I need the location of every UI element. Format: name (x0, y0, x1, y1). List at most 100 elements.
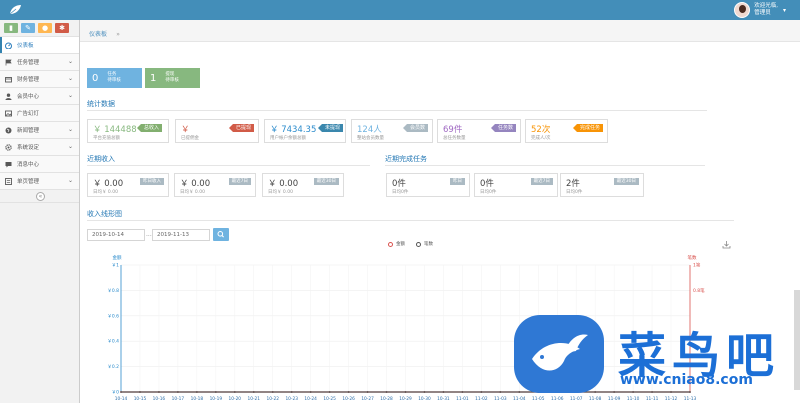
income-card: ￥ 0.00 日均￥ 0.00 最近7日 (174, 173, 256, 197)
income-caption: 日均￥ 0.00 (180, 190, 205, 195)
data-point (442, 391, 445, 393)
task-pending-box[interactable]: 0 任务 待审核 (87, 68, 142, 88)
tasks-done-value: 0件 (480, 179, 494, 189)
legend-item-amount[interactable]: 金额 (386, 241, 405, 247)
end-date-input[interactable]: 2019-11-13 (152, 229, 210, 241)
leaf-logo-icon[interactable] (8, 4, 22, 16)
data-point (233, 391, 236, 393)
settings-shortcut-icon[interactable]: ✱ (55, 23, 69, 33)
stat-card: ￥ 7434.35 用户帐户余额总额 未提现 (264, 119, 346, 143)
sidebar-item-label: 系统设定 (17, 145, 40, 151)
chart-shortcut-icon[interactable]: ▮ (4, 23, 18, 33)
sidebar-item-2[interactable]: 任务管理 ⌄ (0, 53, 79, 70)
sidebar-item-9[interactable]: 单页管理 ⌄ (0, 172, 79, 189)
right-tick-label: 0.8笔 (693, 287, 705, 294)
stat-value: 69件 (443, 125, 463, 135)
tasks-done-card: 0件 日均0件 昨日 (386, 173, 470, 197)
sidebar-item-5[interactable]: 广告幻灯 (0, 104, 79, 121)
data-point (423, 391, 426, 393)
stat-card: ￥ 已提佣金 已提现 (175, 119, 259, 143)
stat-value: 52次 (531, 125, 551, 135)
x-tick-label: 10-20 (229, 396, 242, 402)
data-point (120, 391, 122, 393)
income-badge: 最近7日 (228, 178, 251, 185)
data-point (347, 391, 350, 393)
user-icon (5, 93, 12, 100)
tasks-done-badge: 昨日 (450, 178, 465, 185)
tasks-done-value: 0件 (392, 179, 406, 189)
pencil-shortcut-icon[interactable]: ✎ (21, 23, 35, 33)
stat-badge: 已提现 (228, 124, 254, 132)
income-section-title: 近期收入 (87, 155, 115, 163)
income-value: ￥ 0.00 (180, 179, 211, 189)
chevron-down-icon: ⌄ (67, 92, 73, 99)
y-tick-label: ￥0 (112, 390, 119, 396)
collapse-sidebar-icon[interactable]: « (36, 192, 45, 201)
x-tick-label: 10-22 (266, 396, 279, 402)
divider (87, 110, 707, 111)
sidebar-item-1[interactable]: 仪表板 (0, 36, 79, 53)
tasks-done-caption: 日均0件 (480, 190, 497, 195)
x-tick-label: 10-17 (172, 396, 185, 402)
x-tick-label: 11-02 (475, 396, 488, 402)
tasks-done-caption: 日均0件 (392, 190, 409, 195)
sidebar-item-8[interactable]: 消息中心 (0, 155, 79, 172)
sidebar-item-3[interactable]: 财务管理 ⌄ (0, 70, 79, 87)
data-point (480, 391, 483, 393)
income-caption: 日均￥ 0.00 (93, 190, 118, 195)
sidebar-item-7[interactable]: 系统设定 ⌄ (0, 138, 79, 155)
image-icon (5, 110, 12, 117)
start-date-input[interactable]: 2019-10-14 (87, 229, 145, 241)
list-icon (5, 177, 12, 185)
divider (87, 220, 734, 221)
income-card: ￥ 0.00 日均￥ 0.00 昨日收入 (87, 173, 169, 197)
data-point (177, 391, 179, 393)
data-point (309, 391, 312, 393)
user-menu[interactable]: 欢迎光临, 管理员 ▾ (734, 1, 786, 19)
download-icon[interactable] (722, 240, 731, 249)
task-pending-status: 待审核 (107, 78, 121, 83)
x-tick-label: 11-03 (494, 396, 507, 402)
withdraw-pending-count: 1 (150, 72, 157, 84)
data-point (328, 391, 331, 393)
group-shortcut-icon[interactable]: ● (38, 23, 52, 33)
y-tick-label: ￥0.2 (107, 364, 119, 370)
stat-badge: 会员数 (402, 124, 428, 132)
stat-value: ￥ (181, 125, 190, 135)
sidebar-item-label: 新闻管理 (17, 128, 40, 134)
bird-logo-icon (514, 315, 604, 393)
sidebar-item-label: 单页管理 (17, 179, 40, 185)
income-caption: 日均￥ 0.00 (268, 190, 293, 195)
stat-caption: 完成人/次 (531, 136, 551, 141)
search-button[interactable] (213, 228, 229, 241)
user-name: 管理员 (754, 10, 771, 16)
stat-card: ￥ 144488 平台充值总额 总收入 (87, 119, 169, 143)
x-tick-label: 10-29 (399, 396, 412, 402)
watermark-logo: 菜鸟吧 www.cniao8.com (508, 310, 800, 403)
tasks-done-badge: 最近7日 (530, 178, 553, 185)
breadcrumb: 仪表板 » (80, 20, 800, 42)
sidebar-item-label: 消息中心 (17, 162, 40, 168)
sidebar-item-6[interactable]: 新闻管理 ⌄ (0, 121, 79, 138)
legend-amount-label: 金额 (396, 242, 405, 247)
stat-caption: 总任务数量 (443, 136, 466, 141)
scrollbar[interactable] (794, 290, 800, 390)
legend-amount-marker (386, 241, 394, 247)
search-icon (217, 231, 224, 238)
x-tick-label: 10-15 (134, 396, 147, 402)
stat-badge: 未提现 (317, 124, 343, 132)
stat-badge: 完成任务 (572, 124, 603, 132)
income-value: ￥ 0.00 (268, 179, 299, 189)
stat-card: 124人 整站会员数量 会员数 (351, 119, 433, 143)
legend-item-count[interactable]: 笔数 (414, 241, 433, 247)
stat-value: ￥ 144488 (93, 125, 137, 135)
tasks-done-card: 2件 日均0件 最近30日 (560, 173, 644, 197)
withdraw-pending-box[interactable]: 1 提现 待审核 (145, 68, 200, 88)
right-axis-label: 笔数 (688, 254, 697, 261)
income-value: ￥ 0.00 (93, 179, 124, 189)
x-tick-label: 10-18 (191, 396, 204, 402)
data-point (404, 391, 407, 393)
sidebar-item-4[interactable]: 会员中心 ⌄ (0, 87, 79, 104)
breadcrumb-current[interactable]: 仪表板 (89, 31, 107, 38)
dashboard-icon (5, 42, 12, 49)
